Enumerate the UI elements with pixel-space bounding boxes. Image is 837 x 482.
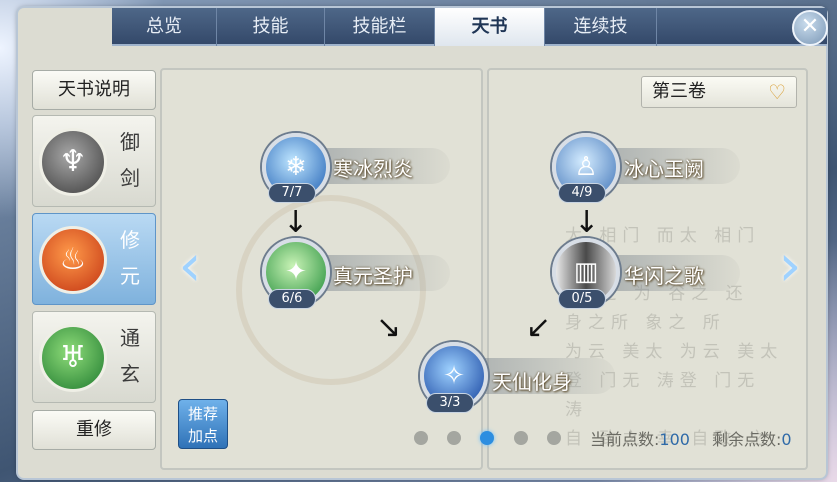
reset-button[interactable]: 重修 xyxy=(32,410,156,450)
category-label: 通 玄 xyxy=(120,326,140,386)
jade-spirit-icon: ♅ xyxy=(39,324,107,392)
recommend-points-button[interactable]: 推荐 加点 xyxy=(178,399,228,449)
remaining-points: 剩余点数:0 xyxy=(712,430,792,449)
skill-level: 6/6 xyxy=(268,289,316,309)
prev-page-arrow[interactable]: ‹ xyxy=(170,232,210,302)
arrow-down-icon: ↓ xyxy=(283,205,309,240)
page-dot[interactable] xyxy=(414,431,428,445)
volume-value: 第三卷 xyxy=(652,81,706,102)
skill-name: 华闪之歌 xyxy=(624,264,704,288)
skill-level: 4/9 xyxy=(558,183,606,203)
arrow-diagonal-icon: ↙ xyxy=(526,310,552,345)
close-button[interactable]: ✕ xyxy=(792,10,828,46)
tianshu-info-button[interactable]: 天书说明 xyxy=(32,70,156,110)
tab-skill-bar[interactable]: 技能栏 xyxy=(325,8,435,46)
tab-overview[interactable]: 总览 xyxy=(112,8,217,46)
page-dot-active[interactable] xyxy=(480,431,494,445)
chevron-down-icon: ♡ xyxy=(768,80,786,104)
page-dot[interactable] xyxy=(514,431,528,445)
sword-spirit-icon: ♆ xyxy=(39,128,107,196)
tab-bar: 总览 技能 技能栏 天书 连续技 xyxy=(112,8,827,46)
category-yujian[interactable]: ♆ 御 剑 xyxy=(32,115,156,207)
current-points: 当前点数:100 xyxy=(590,430,690,449)
category-label: 御 剑 xyxy=(120,130,140,190)
category-xiuyuan[interactable]: ♨ 修 元 xyxy=(32,213,156,305)
tab-combo[interactable]: 连续技 xyxy=(545,8,657,46)
skill-name: 天仙化身 xyxy=(492,370,572,394)
skill-level: 0/5 xyxy=(558,289,606,309)
page-dot[interactable] xyxy=(547,431,561,445)
tab-tianshu[interactable]: 天书 xyxy=(435,8,545,46)
category-label: 修 元 xyxy=(120,228,140,288)
arrow-diagonal-icon: ↘ xyxy=(376,310,402,345)
page-dot[interactable] xyxy=(447,431,461,445)
skill-name: 真元圣护 xyxy=(333,264,413,288)
tab-skills[interactable]: 技能 xyxy=(217,8,325,46)
next-page-arrow[interactable]: › xyxy=(770,232,810,302)
flame-spirit-icon: ♨ xyxy=(39,226,107,294)
skill-level: 3/3 xyxy=(426,393,474,413)
skill-level: 7/7 xyxy=(268,183,316,203)
skill-name: 寒冰烈炎 xyxy=(333,157,413,181)
close-icon: ✕ xyxy=(800,14,820,39)
arrow-down-icon: ↓ xyxy=(574,205,600,240)
category-tongxuan[interactable]: ♅ 通 玄 xyxy=(32,311,156,403)
volume-select[interactable]: 第三卷 ♡ xyxy=(641,76,797,108)
skill-name: 冰心玉阙 xyxy=(624,157,704,181)
